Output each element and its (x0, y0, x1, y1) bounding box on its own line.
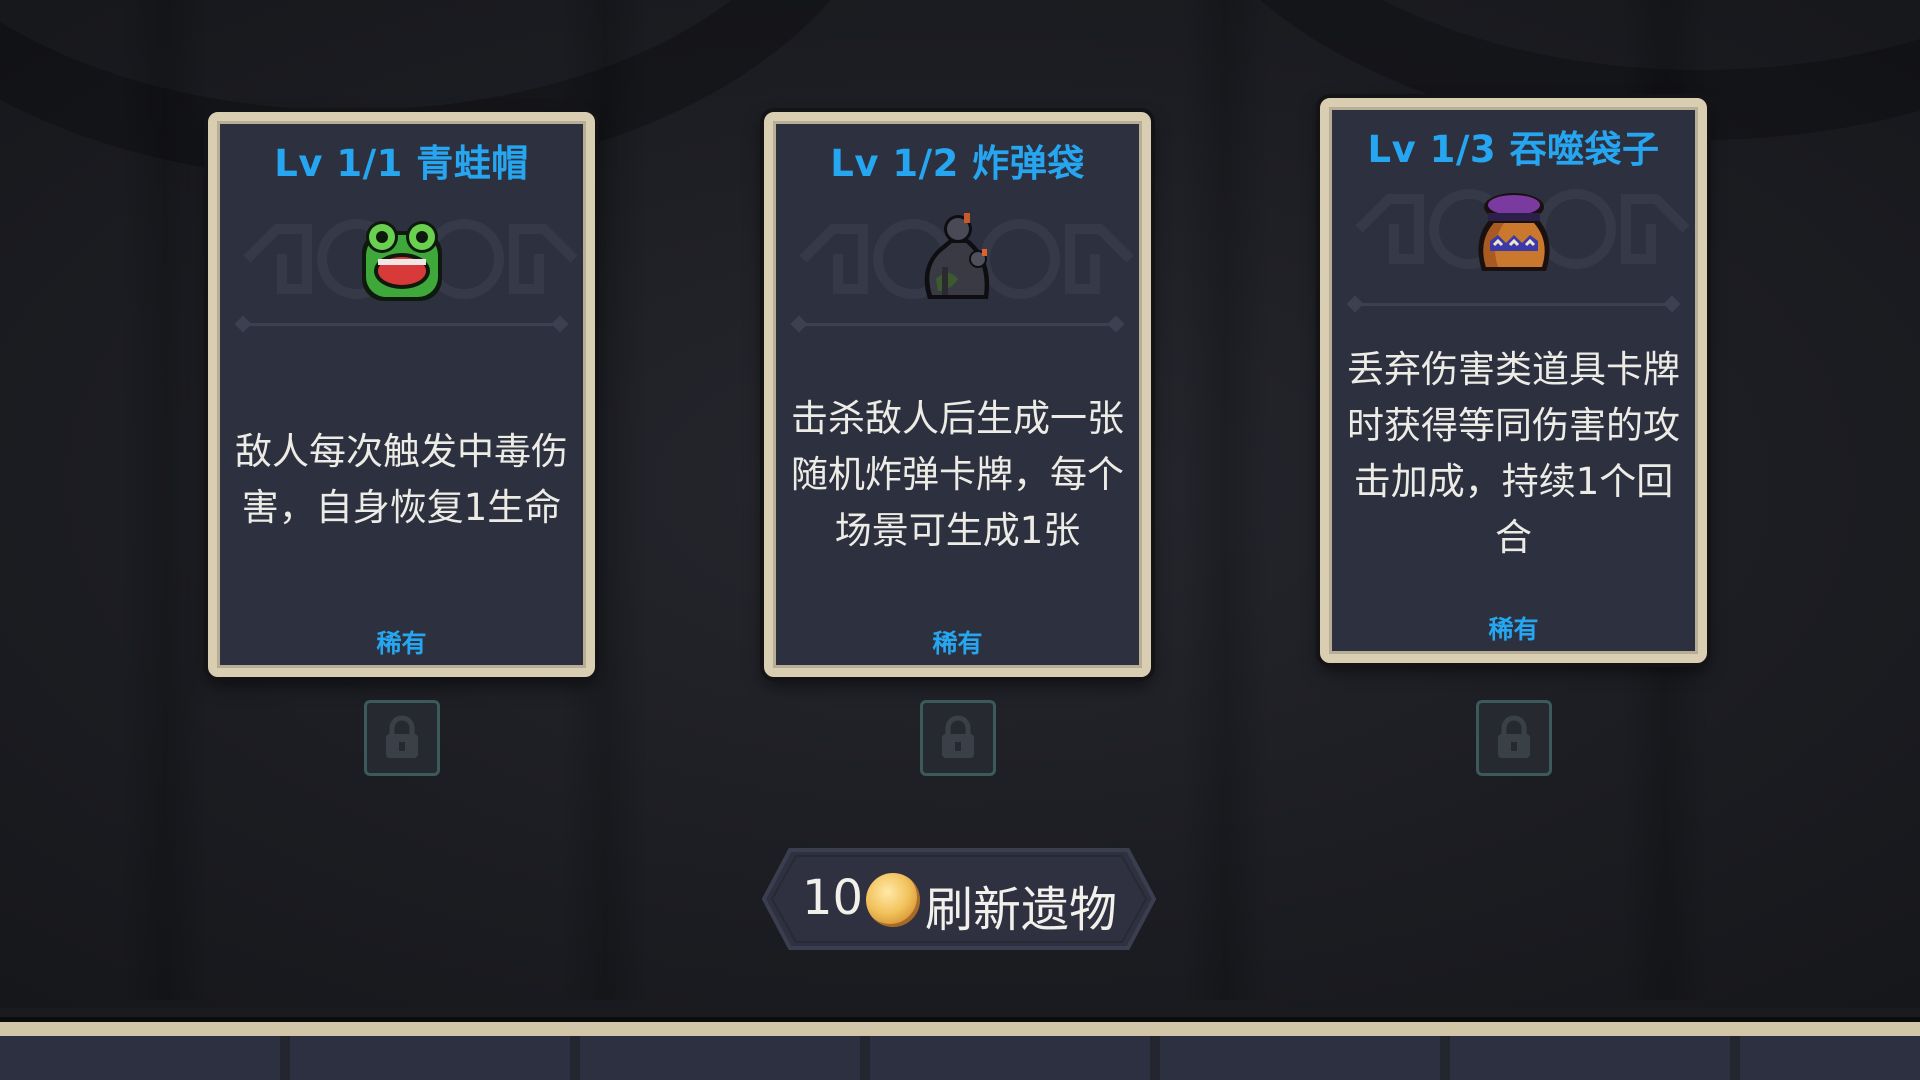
relic-title: Lv 1/2 炸弹袋 (830, 142, 1085, 185)
bomb-bag-icon (924, 213, 989, 299)
relic-card-frog-hat[interactable]: Lv 1/1 青蛙帽 敌人每次触发中毒伤害，自身恢复1生命 稀有 (208, 112, 595, 677)
gold-coin-icon (866, 873, 920, 927)
frog-hat-icon (361, 221, 442, 301)
divider (799, 323, 1116, 326)
lock-icon (386, 715, 418, 758)
relic-card-bomb-bag[interactable]: Lv 1/2 炸弹袋 击杀敌人后生成一张随机炸弹卡牌，每个场景可生成1张 稀有 (764, 112, 1151, 677)
devouring-bag-icon (1477, 193, 1550, 271)
divider (243, 323, 560, 326)
lock-button[interactable] (1476, 700, 1552, 776)
refresh-cost: 10 (802, 870, 864, 926)
refresh-label: 刷新遗物 (925, 882, 1118, 938)
rarity-label: 稀有 (376, 629, 427, 658)
lock-icon (942, 715, 974, 758)
floor-border (0, 1008, 1920, 1080)
divider (1355, 303, 1672, 306)
lock-button[interactable] (920, 700, 996, 776)
refresh-relics-button[interactable]: 10 刷新遗物 (762, 848, 1156, 950)
rarity-label: 稀有 (932, 629, 983, 658)
relic-description: 击杀敌人后生成一张随机炸弹卡牌，每个场景可生成1张 (791, 397, 1124, 552)
lock-icon (1498, 715, 1530, 758)
relic-title: Lv 1/1 青蛙帽 (274, 142, 529, 185)
relic-card-devouring-bag[interactable]: Lv 1/3 吞噬袋子 丢弃伤害类道具卡牌时获得等同伤害的攻击加成，持续1个回合… (1320, 98, 1707, 663)
relic-title: Lv 1/3 吞噬袋子 (1367, 128, 1660, 171)
relic-description: 敌人每次触发中毒伤害，自身恢复1生命 (235, 430, 568, 529)
relic-description: 丢弃伤害类道具卡牌时获得等同伤害的攻击加成，持续1个回合 (1347, 348, 1680, 559)
rarity-label: 稀有 (1488, 615, 1539, 644)
lock-button[interactable] (364, 700, 440, 776)
